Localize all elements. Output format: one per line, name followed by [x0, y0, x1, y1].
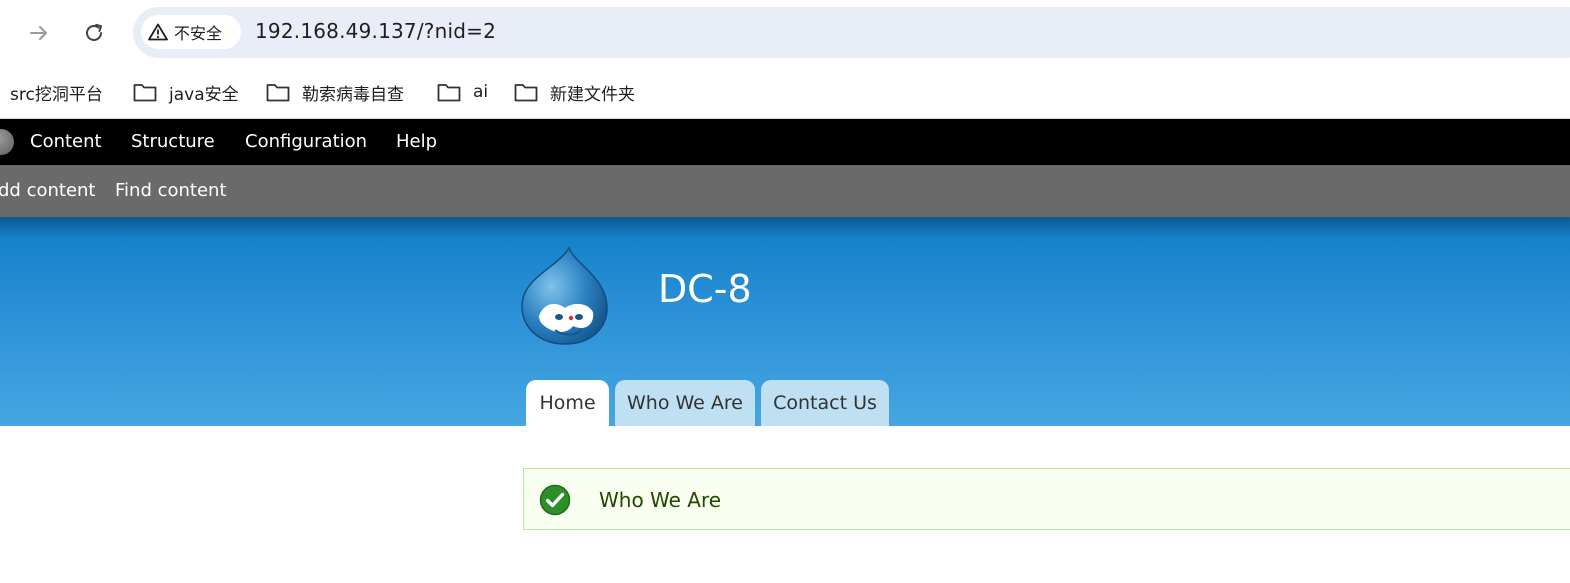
tab-label: Contact Us — [773, 392, 877, 414]
folder-icon — [514, 82, 538, 102]
folder-icon — [133, 82, 157, 102]
forward-arrow-icon[interactable] — [24, 18, 54, 48]
url-text[interactable]: 192.168.49.137/?nid=2 — [255, 19, 496, 43]
omnibox[interactable]: 不安全 192.168.49.137/?nid=2 — [133, 7, 1570, 58]
drupal-logo-icon[interactable] — [519, 246, 611, 346]
bookmark-label: ai — [473, 82, 489, 102]
bookmark-ransomware[interactable]: 勒索病毒自查 — [266, 76, 404, 108]
reload-icon[interactable] — [79, 18, 109, 48]
shortcut-bar: dd content Find content — [0, 165, 1570, 217]
security-label: 不安全 — [174, 24, 223, 43]
bookmark-src[interactable]: src挖洞平台 — [10, 76, 103, 108]
site-header: DC-8 Home Who We Are Contact Us — [0, 217, 1570, 426]
browser-address-row: 不安全 192.168.49.137/?nid=2 — [0, 0, 1570, 66]
status-message: Who We Are — [523, 468, 1570, 530]
tab-label: Home — [539, 392, 596, 414]
bookmark-label: 勒索病毒自查 — [302, 84, 404, 105]
admin-toolbar: Content Structure Configuration Help — [0, 119, 1570, 165]
bookmark-label: 新建文件夹 — [550, 84, 635, 105]
shortcut-find-content[interactable]: Find content — [115, 180, 227, 201]
bookmark-ai[interactable]: ai — [437, 76, 488, 108]
home-icon[interactable] — [0, 129, 14, 155]
warning-triangle-icon — [148, 23, 168, 41]
bookmark-label: src挖洞平台 — [10, 84, 103, 105]
bookmark-java[interactable]: java安全 — [133, 76, 239, 108]
bookmark-new-folder[interactable]: 新建文件夹 — [514, 76, 635, 108]
tab-home[interactable]: Home — [526, 380, 609, 426]
tab-who-we-are[interactable]: Who We Are — [615, 380, 755, 426]
bookmarks-bar: src挖洞平台 java安全 勒索病毒自查 ai 新建文件夹 — [0, 66, 1570, 119]
tab-contact-us[interactable]: Contact Us — [761, 380, 889, 426]
bookmark-label: java安全 — [169, 84, 239, 105]
tab-label: Who We Are — [627, 392, 743, 414]
folder-icon — [437, 82, 461, 102]
folder-icon — [266, 82, 290, 102]
toolbar-configuration[interactable]: Configuration — [245, 131, 367, 152]
status-message-text: Who We Are — [599, 488, 722, 512]
toolbar-help[interactable]: Help — [396, 131, 437, 152]
toolbar-content[interactable]: Content — [30, 131, 102, 152]
site-name[interactable]: DC-8 — [658, 267, 752, 311]
toolbar-structure[interactable]: Structure — [131, 131, 215, 152]
shortcut-add-content[interactable]: dd content — [0, 180, 96, 201]
security-chip[interactable]: 不安全 — [141, 15, 241, 49]
check-circle-icon — [539, 484, 571, 520]
